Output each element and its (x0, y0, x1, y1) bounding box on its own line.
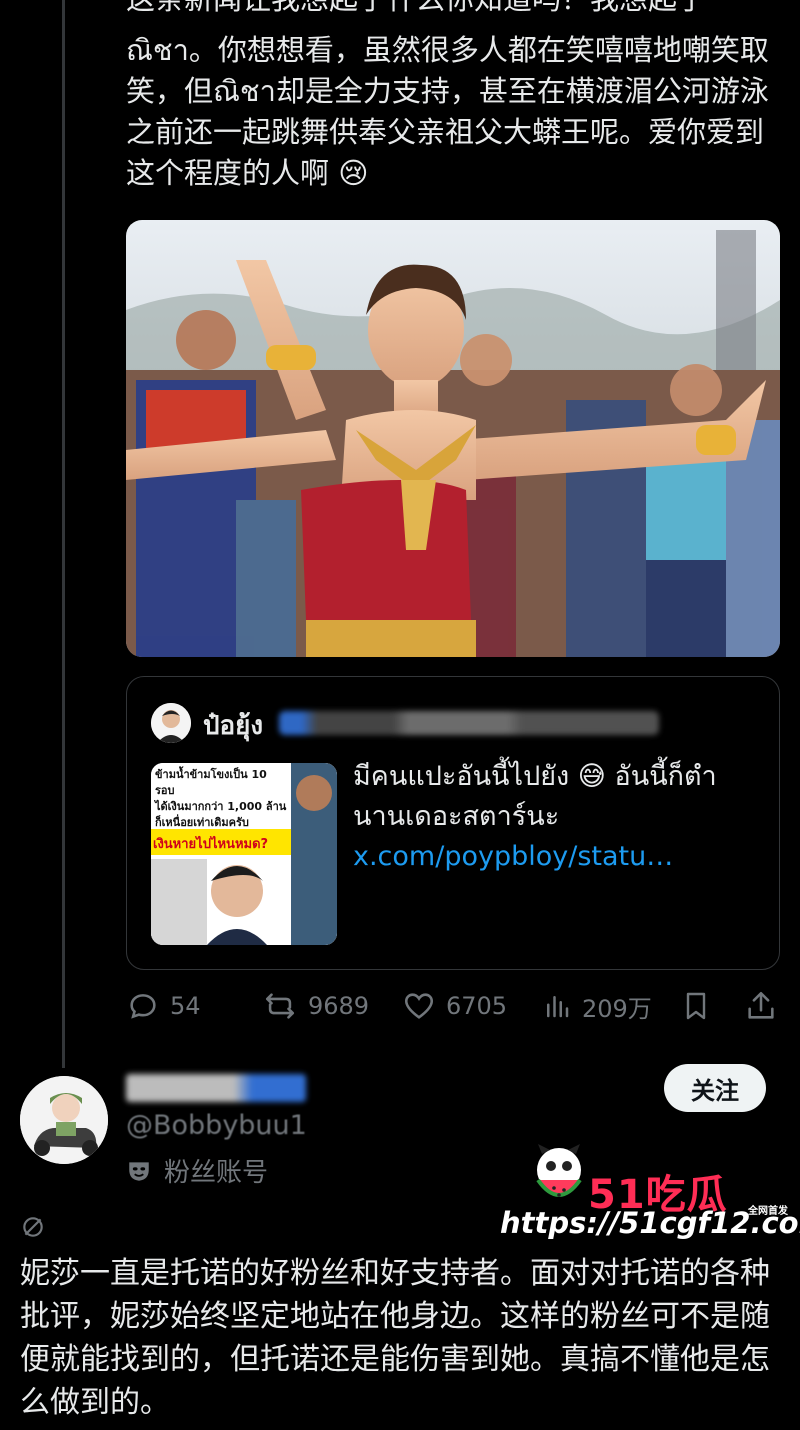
post-action-bar: 54 9689 6705 209万 (126, 986, 786, 1026)
thumb-line-3: ก็เหนื่อยเท่าเดิมครับ (155, 816, 249, 829)
thumb-headline: เงินหายไปไหนหมด? (153, 837, 269, 852)
heart-icon (404, 993, 434, 1019)
views-chart-icon (547, 996, 569, 1018)
watermark-url: https://51cgf12.com (500, 1206, 800, 1240)
quoted-post-body: มีคนแปะอันนี้ไปยัง 😅 อันนี้ก็ตำนานเดอะสต… (353, 761, 717, 832)
thumb-line-1: ข้ามน้ำข้ามโขงเป็น 10 รอบ (155, 768, 267, 797)
like-button[interactable]: 6705 (402, 986, 507, 1026)
fan-account-label: 粉丝账号 (126, 1152, 268, 1189)
post-text: ณิชา。你想想看，虽然很多人都在笑嘻嘻地嘲笑取笑，但ณิชา却是全力支持，甚至… (126, 33, 769, 190)
translate-off-icon (23, 1217, 43, 1237)
post-photo[interactable] (126, 220, 780, 657)
bookmark-icon (686, 992, 706, 1020)
reply-count: 54 (170, 992, 201, 1020)
reply-author-handle[interactable]: @Bobbybuu1 (126, 1110, 307, 1141)
like-count: 6705 (446, 992, 508, 1020)
reply-icon (130, 994, 156, 1019)
share-icon (748, 991, 774, 1019)
reply-text: 妮莎一直是托诺的好粉丝和好支持者。面对对托诺的各种批评，妮莎始终坚定地站在他身边… (20, 1256, 770, 1420)
follow-button[interactable]: 关注 (664, 1064, 766, 1112)
reply-button[interactable]: 54 (126, 986, 201, 1026)
dance-photo-image (126, 220, 780, 657)
quoted-post-thumbnail[interactable]: ข้ามน้ำข้ามโขงเป็น 10 รอบ ได้เงินมากกว่า… (151, 763, 337, 945)
quoted-post-card[interactable]: ป๋อยุ้ง ข้ามน้ำข้ามโขงเป็น 10 รอบ ได้เงิ… (126, 676, 780, 970)
repost-count: 9689 (308, 992, 370, 1020)
watermelon-mascot-icon (536, 1144, 582, 1197)
bookmark-button[interactable] (680, 986, 712, 1026)
thumb-line-2: ได้เงินมากกว่า 1,000 ล้าน (155, 800, 287, 813)
thread-line (62, 0, 65, 1068)
reply-author-name-redacted[interactable] (126, 1074, 306, 1102)
views-button[interactable]: 209万 (542, 986, 652, 1026)
share-button[interactable] (744, 986, 778, 1026)
quoted-post-link[interactable]: x.com/poypbloy/statu… (353, 841, 673, 872)
mask-icon (129, 1161, 149, 1181)
views-count: 209万 (582, 994, 652, 1023)
reply-author-avatar[interactable] (20, 1076, 108, 1164)
quoted-author-name[interactable]: ป๋อยุ้ง (203, 705, 263, 746)
quoted-author-avatar[interactable] (151, 703, 191, 743)
quoted-post-text: มีคนแปะอันนี้ไปยัง 😅 อันนี้ก็ตำนานเดอะสต… (353, 757, 763, 877)
repost-icon (265, 993, 295, 1019)
quoted-author-meta-redacted (279, 711, 659, 735)
post-text-cut-line: 这条新闻让我想起了什么你知道吗？我想起了 (126, 0, 706, 18)
fan-account-text: 粉丝账号 (164, 1158, 269, 1188)
site-watermark: 51吃瓜 全网首发 https://51cgf12.com (500, 1140, 800, 1240)
repost-button[interactable]: 9689 (262, 986, 369, 1026)
